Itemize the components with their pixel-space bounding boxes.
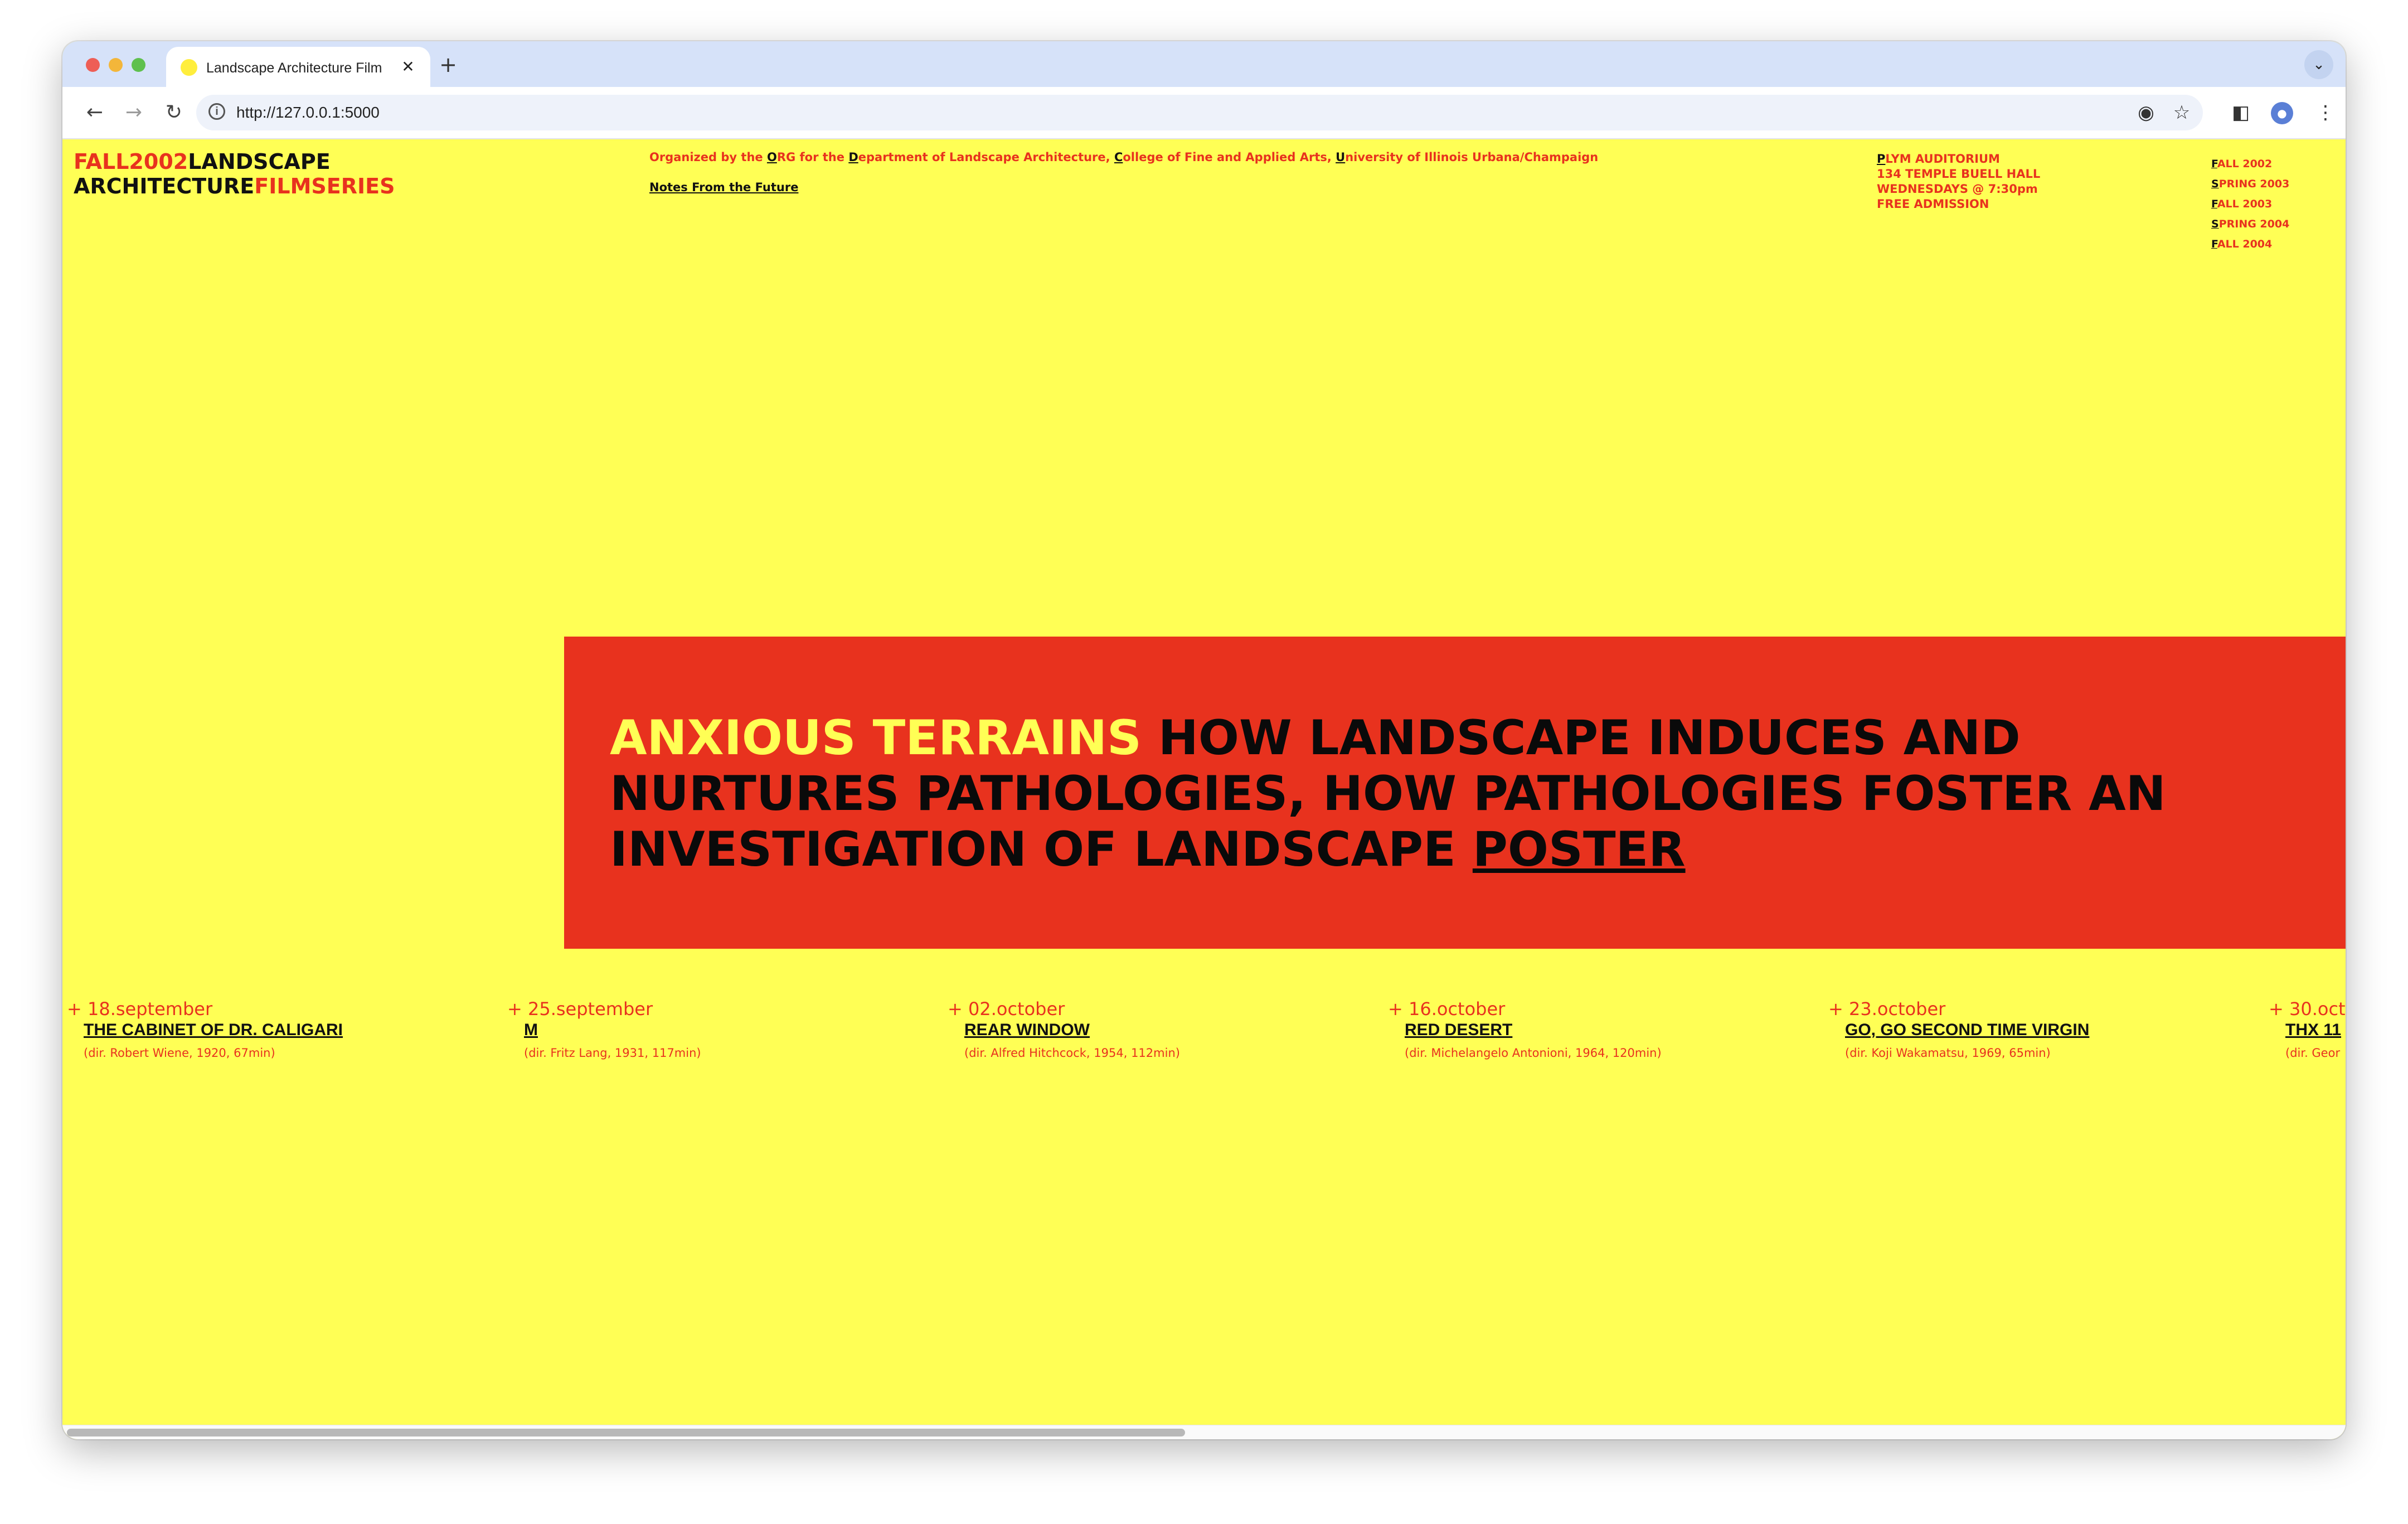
banner-series-title: ANXIOUS TERRAINS (610, 710, 1142, 766)
horizontal-scrollbar[interactable] (62, 1425, 2346, 1439)
semester-label: ALL 2002 (2217, 158, 2273, 170)
credit-initial-link[interactable]: D (848, 151, 858, 164)
film-credit: (dir. Geor (2285, 1046, 2341, 1060)
browser-window: Landscape Architecture Film ✕ + ⌄ ← → ↻ … (62, 41, 2346, 1439)
side-panel-icon[interactable]: ◧ (2227, 99, 2254, 126)
film-credit: (dir. Robert Wiene, 1920, 67min) (84, 1046, 275, 1060)
url-text[interactable]: http://127.0.0.1:5000 (236, 95, 380, 130)
poster-link[interactable]: POSTER (1473, 822, 1686, 877)
semester-link-fall-2004[interactable]: FALL 2004 (2211, 234, 2334, 254)
film-title-link[interactable]: GO, GO SECOND TIME VIRGIN (1845, 1020, 2263, 1040)
film-title-link[interactable]: REAR WINDOW (964, 1020, 1382, 1040)
credit-text: niversity of Illinois Urbana/Champaign (1345, 151, 1599, 164)
address-bar[interactable]: i http://127.0.0.1:5000 ◉ ☆ (196, 95, 2203, 130)
film-listing: + 16.october RED DESERT (dir. Michelange… (1388, 998, 1823, 1061)
film-date: + 18.september (67, 998, 213, 1020)
banner-heading: ANXIOUS TERRAINS HOW LANDSCAPE INDUCES A… (610, 710, 2304, 877)
venue-info: PLYM AUDITORIUM 134 TEMPLE BUELL HALL WE… (1877, 152, 2111, 212)
venue-admission: FREE ADMISSION (1877, 197, 1989, 211)
semester-link-spring-2004[interactable]: SPRING 2004 (2211, 214, 2334, 234)
film-title-link[interactable]: THX 11 (2285, 1020, 2346, 1040)
credit-initial-link[interactable]: U (1336, 151, 1345, 164)
semester-label: PRING 2004 (2218, 218, 2290, 230)
bookmark-star-icon[interactable]: ☆ (2169, 100, 2194, 125)
profile-avatar-icon[interactable]: ● (2271, 102, 2293, 124)
credit-initial-link[interactable]: O (767, 151, 777, 164)
film-listing: + 02.october REAR WINDOW (dir. Alfred Hi… (948, 998, 1382, 1061)
credit-text: RG for the (776, 151, 849, 164)
film-title-link[interactable]: M (524, 1020, 942, 1040)
semester-initial: F (2211, 238, 2217, 250)
venue-address: 134 TEMPLE BUELL HALL (1877, 167, 2041, 181)
film-credit: (dir. Fritz Lang, 1931, 117min) (524, 1046, 701, 1060)
venue-initial-link[interactable]: P (1877, 152, 1885, 166)
credit-text: ollege of Fine and Applied Arts, (1123, 151, 1336, 164)
film-credit: (dir. Michelangelo Antonioni, 1964, 120m… (1405, 1046, 1662, 1060)
site-brand: FALL2002LANDSCAPE ARCHITECTUREFILMSERIES (74, 149, 464, 198)
credit-text: epartment of Landscape Architecture, (858, 151, 1114, 164)
kebab-menu-icon[interactable]: ⋮ (2312, 99, 2339, 126)
eye-icon[interactable]: ◉ (2134, 100, 2158, 125)
semester-link-fall-2003[interactable]: FALL 2003 (2211, 194, 2334, 214)
film-title-link[interactable]: THE CABINET OF DR. CALIGARI (84, 1020, 502, 1040)
scrollbar-thumb[interactable] (67, 1429, 1185, 1436)
favicon-icon (181, 59, 197, 76)
semester-initial: S (2211, 218, 2219, 230)
film-listing: + 30.octo THX 11 (dir. Geor (2269, 998, 2346, 1061)
page-viewport: FALL2002LANDSCAPE ARCHITECTUREFILMSERIES… (62, 139, 2346, 1439)
tab-close-icon[interactable]: ✕ (398, 57, 418, 77)
minimize-window-button[interactable] (109, 58, 123, 72)
film-date: + 23.october (1828, 998, 1946, 1020)
new-tab-button[interactable]: + (437, 54, 459, 76)
semester-label: PRING 2003 (2218, 178, 2290, 190)
forward-arrow-icon[interactable]: → (120, 99, 147, 126)
film-date: + 02.october (948, 998, 1065, 1020)
semester-label: ALL 2004 (2217, 238, 2273, 250)
semester-link-spring-2003[interactable]: SPRING 2003 (2211, 174, 2334, 194)
venue-name: LYM AUDITORIUM (1885, 152, 2000, 166)
credit-initial-link[interactable]: C (1114, 151, 1123, 164)
back-arrow-icon[interactable]: ← (81, 99, 108, 126)
semester-nav: FALL 2002 SPRING 2003 FALL 2003 SPRING 2… (2211, 154, 2334, 254)
semester-initial: F (2211, 198, 2217, 210)
browser-toolbar: ← → ↻ i http://127.0.0.1:5000 ◉ ☆ ◧ ● ⋮ (62, 87, 2346, 139)
brand-filmseries: FILMSERIES (254, 174, 395, 198)
semester-initial: S (2211, 178, 2219, 190)
film-credit: (dir. Alfred Hitchcock, 1954, 112min) (964, 1046, 1180, 1060)
zoom-window-button[interactable] (132, 58, 145, 72)
film-listing: + 18.september THE CABINET OF DR. CALIGA… (67, 998, 502, 1061)
film-date: + 16.october (1388, 998, 1506, 1020)
film-listing: + 25.september M (dir. Fritz Lang, 1931,… (507, 998, 942, 1061)
venue-schedule: WEDNESDAYS @ 7:30pm (1877, 182, 2038, 196)
reload-icon[interactable]: ↻ (161, 99, 187, 126)
film-date: + 30.octo (2269, 998, 2346, 1020)
semester-label: ALL 2003 (2217, 198, 2273, 210)
film-date: + 25.september (507, 998, 653, 1020)
brand-fall: FALL2002 (74, 149, 188, 174)
tab-strip: Landscape Architecture Film ✕ + ⌄ (62, 41, 2346, 87)
film-title-link[interactable]: RED DESERT (1405, 1020, 1823, 1040)
organizer-credits: Organized by the ORG for the Department … (649, 151, 1708, 164)
tab-title: Landscape Architecture Film (206, 60, 382, 76)
credit-text: Organized by the (649, 151, 767, 164)
film-credit: (dir. Koji Wakamatsu, 1969, 65min) (1845, 1046, 2051, 1060)
tab-search-icon[interactable]: ⌄ (2304, 50, 2333, 79)
close-window-button[interactable] (86, 58, 100, 72)
browser-tab[interactable]: Landscape Architecture Film ✕ (166, 47, 430, 87)
film-listing: + 23.october GO, GO SECOND TIME VIRGIN (… (1828, 998, 2263, 1061)
brand-architecture: ARCHITECTURE (74, 174, 255, 198)
semester-initial: F (2211, 158, 2217, 170)
semester-link-fall-2002[interactable]: FALL 2002 (2211, 154, 2334, 174)
notes-from-the-future-link[interactable]: Notes From the Future (649, 181, 798, 194)
site-info-icon[interactable]: i (208, 103, 225, 120)
series-banner: ANXIOUS TERRAINS HOW LANDSCAPE INDUCES A… (564, 637, 2346, 949)
brand-landscape: LANDSCAPE (188, 149, 331, 174)
